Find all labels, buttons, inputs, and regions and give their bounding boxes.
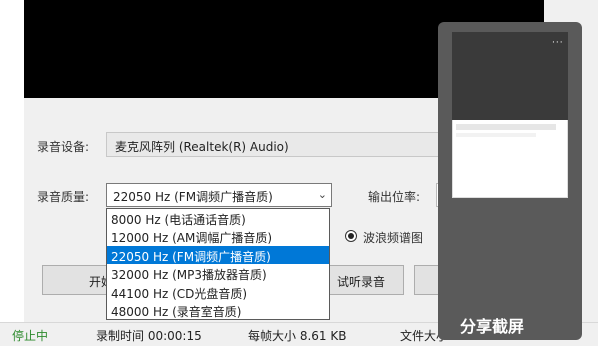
thumbnail-bar [456,124,556,130]
quality-option[interactable]: 8000 Hz (电话通话音质) [107,209,329,227]
status-state: 停止中 [12,329,49,343]
quality-select[interactable]: 22050 Hz (FM调频广播音质) ⌄ [106,183,332,207]
device-label: 录音设备: [37,140,90,154]
device-field[interactable]: 麦克风阵列 (Realtek(R) Audio) [106,132,446,157]
chevron-down-icon[interactable]: ⌄ [318,188,327,201]
status-record-time: 录制时间 00:00:15 [96,329,202,343]
waveform-radio[interactable] [345,230,357,242]
quality-label: 录音质量: [37,190,90,204]
quality-option[interactable]: 32000 Hz (MP3播放器音质) [107,264,329,282]
quality-option[interactable]: 44100 Hz (CD光盘音质) [107,283,329,301]
bitrate-label: 输出位率: [368,190,421,204]
quality-option[interactable]: 12000 Hz (AM调幅广播音质) [107,227,329,245]
quality-option[interactable]: 48000 Hz (录音室音质) [107,301,329,319]
thumbnail-dark-area [452,32,568,120]
quality-option-selected[interactable]: 22050 Hz (FM调频广播音质) [107,246,329,264]
thumbnail-bar [456,133,536,137]
quality-selected-value: 22050 Hz (FM调频广播音质) [113,190,273,204]
quality-dropdown-list: 8000 Hz (电话通话音质) 12000 Hz (AM调幅广播音质) 220… [106,208,330,320]
waveform-label: 波浪频谱图 [363,231,424,245]
window-edge [0,0,24,346]
status-frame-size: 每帧大小 8.61 KB [248,329,347,343]
more-icon[interactable]: ··· [552,38,564,48]
share-screenshot-label[interactable]: 分享截屏 [460,313,524,337]
